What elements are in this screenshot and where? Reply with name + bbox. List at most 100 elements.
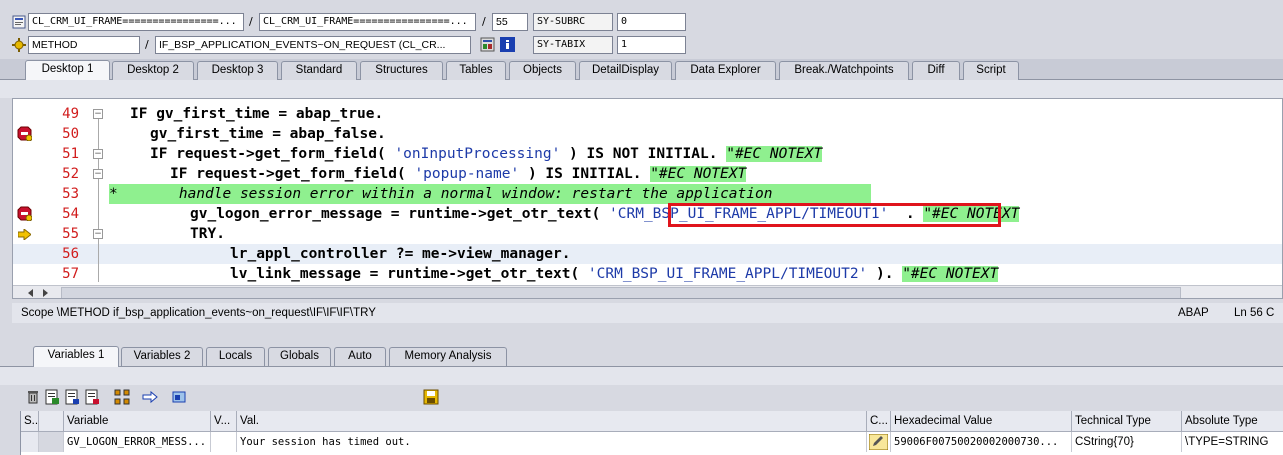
display-source-icon[interactable] bbox=[480, 37, 495, 52]
column-header-hex[interactable]: Hexadecimal Value bbox=[891, 411, 1072, 432]
line-number: 50 bbox=[62, 126, 79, 142]
tab-break-watchpoints[interactable]: Break./Watchpoints bbox=[779, 61, 909, 80]
save-icon[interactable] bbox=[423, 389, 439, 405]
sy-tabix-value[interactable]: 1 bbox=[617, 36, 686, 54]
value-cell[interactable]: Your session has timed out. bbox=[237, 432, 867, 452]
delete-icon[interactable] bbox=[25, 389, 41, 405]
separator-slash: / bbox=[145, 38, 149, 51]
scroll-left-icon[interactable] bbox=[27, 289, 35, 297]
tab-memory-analysis[interactable]: Memory Analysis bbox=[389, 347, 507, 366]
line-number: 52 bbox=[62, 166, 79, 182]
tab-desktop-3[interactable]: Desktop 3 bbox=[197, 61, 278, 80]
line-number: 54 bbox=[62, 206, 79, 222]
panel-separator bbox=[0, 323, 1283, 345]
column-header-absolute-type[interactable]: Absolute Type bbox=[1182, 411, 1283, 432]
fold-guide bbox=[98, 114, 99, 282]
tab-desktop-1[interactable]: Desktop 1 bbox=[25, 60, 110, 81]
header-row-program: CL_CRM_UI_FRAME================... / CL_… bbox=[0, 12, 1283, 32]
column-header-c[interactable]: C... bbox=[867, 411, 891, 432]
code-line-comment: * handle session error within a normal w… bbox=[109, 186, 773, 202]
column-header-technical-type[interactable]: Technical Type bbox=[1072, 411, 1182, 432]
tab-standard[interactable]: Standard bbox=[281, 61, 357, 80]
method-icon bbox=[12, 38, 26, 52]
desktop-content-strip bbox=[0, 80, 1283, 98]
code-line: IF request->get_form_field( 'onInputProc… bbox=[150, 146, 823, 162]
code-line: TRY. bbox=[190, 226, 225, 242]
program-icon bbox=[12, 15, 26, 29]
breakpoint-icon[interactable] bbox=[17, 206, 32, 221]
abap-debugger-window: CL_CRM_UI_FRAME================... / CL_… bbox=[0, 0, 1283, 455]
horizontal-scrollbar[interactable] bbox=[13, 285, 1282, 298]
fold-toggle[interactable]: − bbox=[93, 169, 103, 179]
edit-pencil-icon[interactable] bbox=[869, 434, 888, 450]
tab-detaildisplay[interactable]: DetailDisplay bbox=[579, 61, 672, 80]
variable-name-cell[interactable]: GV_LOGON_ERROR_MESS... bbox=[64, 432, 211, 452]
column-header-v[interactable]: V... bbox=[211, 411, 237, 432]
include-field[interactable]: CL_CRM_UI_FRAME================... bbox=[259, 13, 476, 31]
load-variables-icon[interactable] bbox=[84, 389, 100, 405]
column-header-status-short[interactable] bbox=[39, 411, 64, 432]
event-type-field[interactable]: METHOD bbox=[28, 36, 140, 54]
cursor-position: Ln 56 C bbox=[1234, 307, 1275, 319]
column-header-value[interactable]: Val. bbox=[237, 411, 867, 432]
fold-toggle[interactable]: − bbox=[93, 109, 103, 119]
code-line: gv_first_time = abap_false. bbox=[150, 126, 386, 142]
tab-script[interactable]: Script bbox=[963, 61, 1019, 80]
v-cell bbox=[211, 432, 237, 452]
tab-objects[interactable]: Objects bbox=[509, 61, 576, 80]
technical-type-cell: CString{70} bbox=[1072, 432, 1182, 452]
code-line: IF gv_first_time = abap_true. bbox=[130, 106, 384, 122]
code-line: IF request->get_form_field( 'popup-name'… bbox=[170, 166, 747, 182]
column-header-variable[interactable]: Variable bbox=[64, 411, 211, 432]
tab-diff[interactable]: Diff bbox=[912, 61, 960, 80]
save-variables-icon[interactable] bbox=[64, 389, 80, 405]
scope-text: Scope \METHOD if_bsp_application_events~… bbox=[21, 307, 376, 319]
line-number: 57 bbox=[62, 266, 79, 282]
tab-tables[interactable]: Tables bbox=[446, 61, 506, 80]
variables-content-strip bbox=[0, 367, 1283, 385]
tab-data-explorer[interactable]: Data Explorer bbox=[675, 61, 776, 80]
variables-tab-bar: Variables 1 Variables 2 Locals Globals A… bbox=[0, 345, 1283, 367]
info-icon[interactable] bbox=[500, 37, 515, 52]
sy-subrc-value[interactable]: 0 bbox=[617, 13, 686, 31]
navigate-icon[interactable] bbox=[142, 389, 158, 405]
insert-row-icon[interactable] bbox=[44, 389, 60, 405]
scroll-right-icon[interactable] bbox=[41, 289, 49, 297]
source-code-editor[interactable]: 49 50 51 52 53 54 55 56 57 − − − − IF gv… bbox=[12, 98, 1283, 299]
change-value-cell[interactable] bbox=[867, 432, 891, 452]
tab-variables-1[interactable]: Variables 1 bbox=[33, 346, 119, 367]
line-number: 51 bbox=[62, 146, 79, 162]
event-name-field[interactable]: IF_BSP_APPLICATION_EVENTS~ON_REQUEST (CL… bbox=[155, 36, 471, 54]
line-number: 53 bbox=[62, 186, 79, 202]
line-number: 49 bbox=[62, 106, 79, 122]
language-indicator: ABAP bbox=[1178, 307, 1209, 319]
fold-toggle[interactable]: − bbox=[93, 149, 103, 159]
line-number: 56 bbox=[62, 246, 79, 262]
line-number: 55 bbox=[62, 226, 79, 242]
row-selector[interactable] bbox=[21, 432, 39, 452]
current-statement-arrow-icon bbox=[18, 229, 31, 240]
tab-variables-2[interactable]: Variables 2 bbox=[121, 347, 203, 366]
column-header-status[interactable]: S... bbox=[21, 411, 39, 432]
line-number-field[interactable]: 55 bbox=[492, 13, 528, 31]
tab-globals[interactable]: Globals bbox=[268, 347, 331, 366]
code-line: lv_link_message = runtime->get_otr_text(… bbox=[230, 266, 999, 282]
hex-value-cell[interactable]: 59006F00750020002000730... bbox=[891, 432, 1072, 452]
object-view-icon[interactable] bbox=[171, 389, 187, 405]
tab-locals[interactable]: Locals bbox=[206, 347, 265, 366]
hierarchy-icon[interactable] bbox=[114, 389, 130, 405]
fold-toggle[interactable]: − bbox=[93, 229, 103, 239]
annotation-highlight-box bbox=[668, 203, 1001, 227]
program-field[interactable]: CL_CRM_UI_FRAME================... bbox=[28, 13, 244, 31]
sy-subrc-label: SY-SUBRC bbox=[533, 13, 613, 31]
breakpoint-icon[interactable] bbox=[17, 126, 32, 141]
scrollbar-thumb[interactable] bbox=[61, 287, 1181, 298]
desktop-tab-bar: Desktop 1 Desktop 2 Desktop 3 Standard S… bbox=[0, 59, 1283, 81]
separator-slash: / bbox=[249, 15, 253, 28]
tab-auto[interactable]: Auto bbox=[334, 347, 386, 366]
variables-grid: S... Variable V... Val. C... Hexadecimal… bbox=[20, 411, 1283, 455]
tab-structures[interactable]: Structures bbox=[360, 61, 443, 80]
current-line-highlight bbox=[13, 244, 1282, 264]
variables-toolbar bbox=[20, 387, 1283, 409]
tab-desktop-2[interactable]: Desktop 2 bbox=[112, 61, 194, 80]
